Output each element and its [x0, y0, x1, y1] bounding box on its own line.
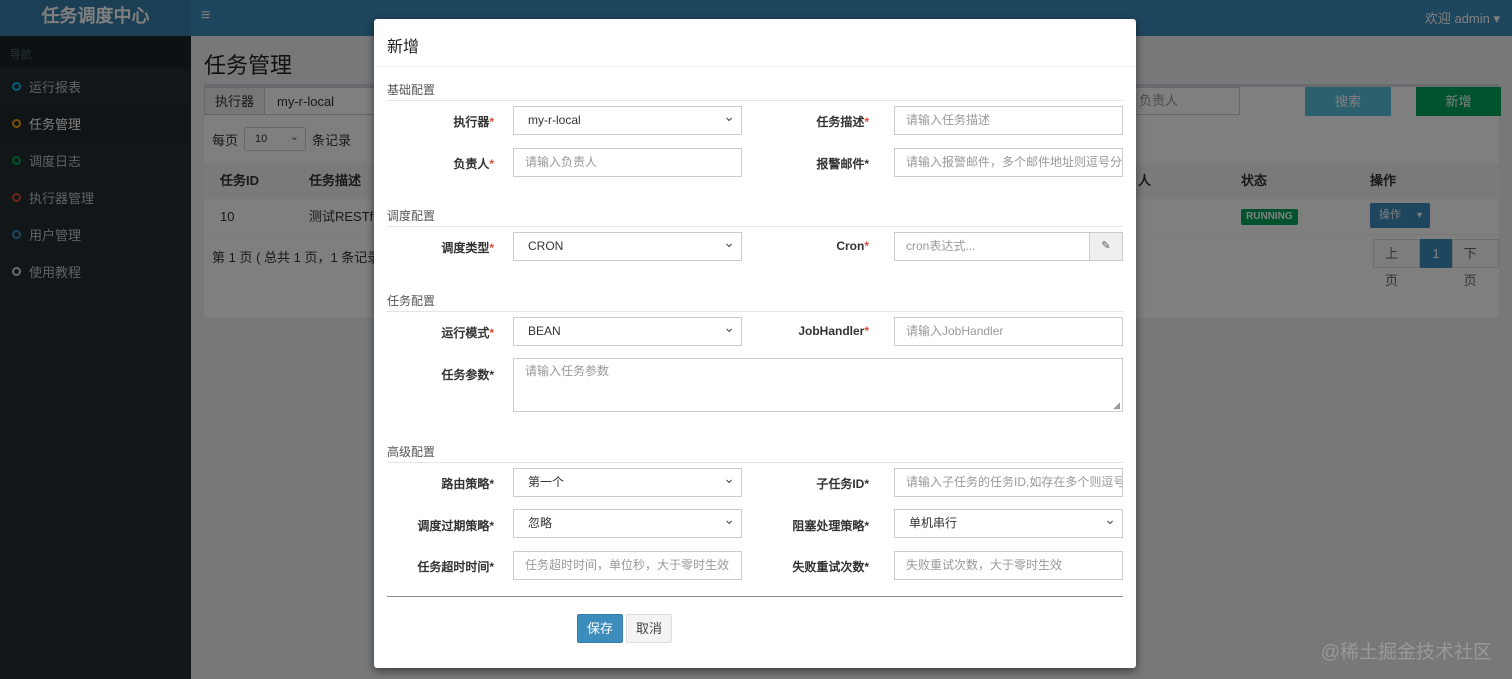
executor-label: 执行器*: [453, 115, 494, 129]
job-param-textarea[interactable]: 请输入任务参数 ◢: [513, 358, 1123, 412]
edit-icon[interactable]: ✎: [1089, 233, 1122, 260]
block-strategy-label: 阻塞处理策略*: [792, 519, 869, 533]
section-advanced: 高级配置: [387, 443, 1123, 463]
glue-type-label: 运行模式*: [441, 326, 494, 340]
modal-footer-divider: [387, 596, 1123, 597]
add-job-modal: 新增 基础配置 执行器* my-r-local 任务描述* 请输入任务描述 负责…: [374, 19, 1136, 668]
alarm-email-input[interactable]: 请输入报警邮件，多个邮件地址则逗号分隔: [894, 148, 1123, 177]
timeout-input[interactable]: 任务超时时间，单位秒，大于零时生效: [513, 551, 742, 580]
cron-label: Cron*: [836, 239, 869, 253]
cron-input-placeholder: cron表达式...: [906, 239, 976, 253]
misfire-strategy-label: 调度过期策略*: [417, 519, 494, 533]
schedule-type-select[interactable]: CRON: [513, 232, 742, 261]
save-button[interactable]: 保存: [577, 614, 623, 643]
modal-header-divider: [374, 66, 1136, 67]
alarm-email-label: 报警邮件*: [816, 157, 869, 171]
cron-input[interactable]: cron表达式... ✎: [894, 232, 1123, 261]
author-label: 负责人*: [453, 157, 494, 171]
misfire-strategy-select[interactable]: 忽略: [513, 509, 742, 538]
child-job-id-label: 子任务ID*: [816, 477, 869, 491]
executor-select[interactable]: my-r-local: [513, 106, 742, 135]
resize-handle-icon[interactable]: ◢: [1113, 401, 1120, 410]
section-job: 任务配置: [387, 292, 1123, 312]
schedule-type-label: 调度类型*: [441, 241, 494, 255]
timeout-label: 任务超时时间*: [417, 560, 494, 574]
fail-retry-label: 失败重试次数*: [792, 560, 869, 574]
block-strategy-select[interactable]: 单机串行: [894, 509, 1123, 538]
job-desc-input[interactable]: 请输入任务描述: [894, 106, 1123, 135]
watermark: @稀土掘金技术社区: [1320, 642, 1492, 663]
job-desc-label: 任务描述*: [816, 115, 869, 129]
modal-title: 新增: [387, 39, 420, 56]
route-strategy-select[interactable]: 第一个: [513, 468, 742, 497]
route-strategy-label: 路由策略*: [441, 477, 494, 491]
job-handler-input[interactable]: 请输入JobHandler: [894, 317, 1123, 346]
section-basic: 基础配置: [387, 81, 1123, 101]
fail-retry-input[interactable]: 失败重试次数，大于零时生效: [894, 551, 1123, 580]
author-input[interactable]: 请输入负责人: [513, 148, 742, 177]
job-handler-label: JobHandler*: [798, 324, 869, 338]
glue-type-select[interactable]: BEAN: [513, 317, 742, 346]
job-param-label: 任务参数*: [441, 368, 494, 382]
job-param-placeholder: 请输入任务参数: [525, 364, 610, 378]
cancel-button[interactable]: 取消: [626, 614, 672, 643]
section-schedule: 调度配置: [387, 207, 1123, 227]
child-job-id-input[interactable]: 请输入子任务的任务ID,如存在多个则逗号分隔: [894, 468, 1123, 497]
